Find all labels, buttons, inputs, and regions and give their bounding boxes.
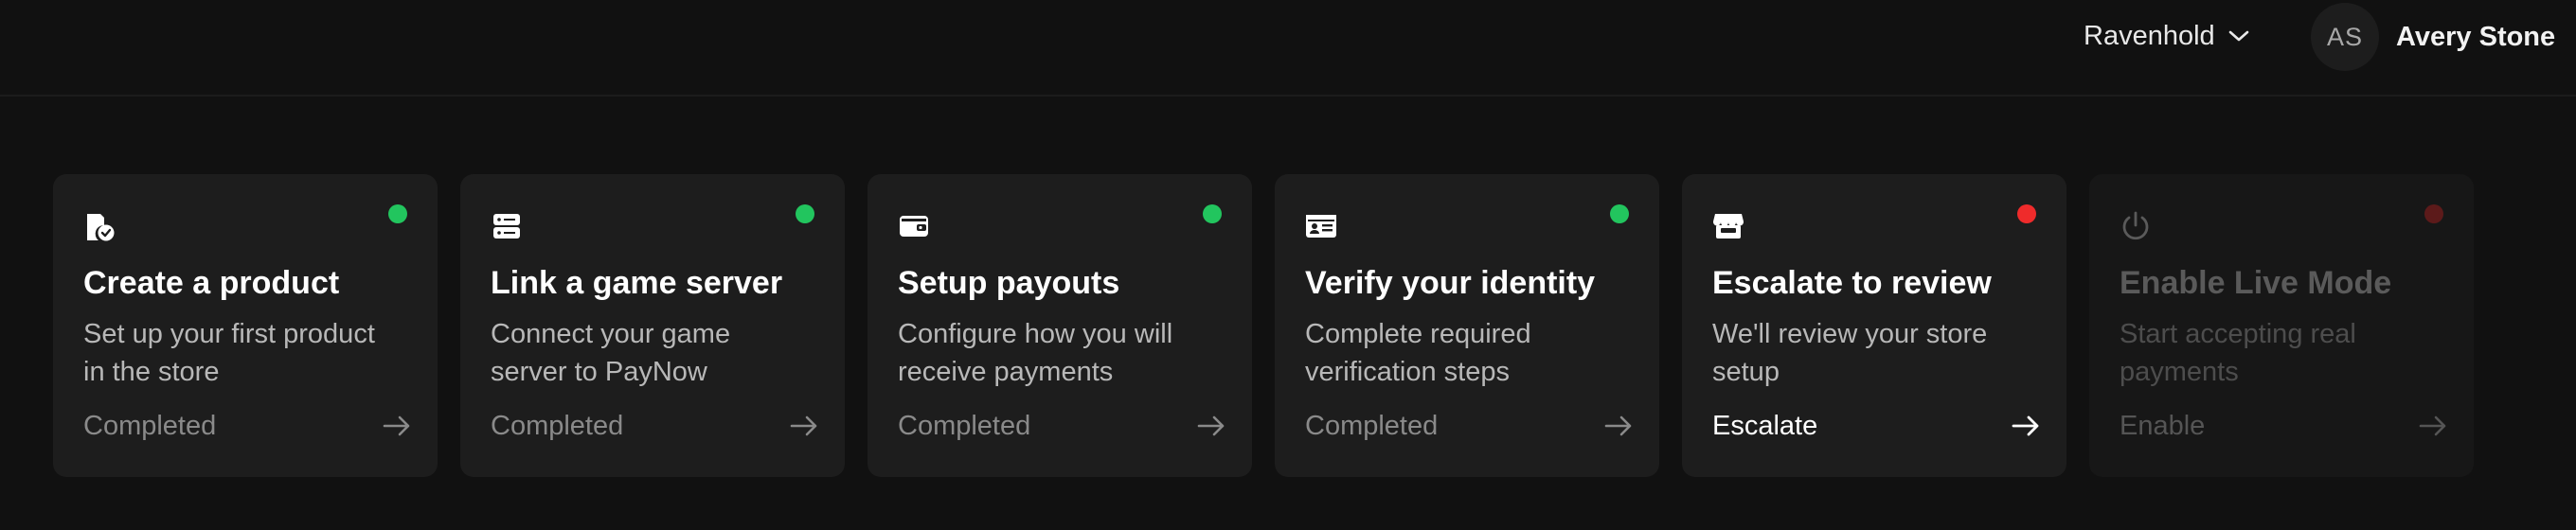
action-label: Completed bbox=[83, 410, 217, 441]
escalate-action[interactable]: Escalate bbox=[1712, 407, 2040, 445]
status-dot-complete bbox=[796, 204, 814, 223]
step-card-escalate-review: Escalate to review We'll review your sto… bbox=[1682, 174, 2066, 477]
card-action[interactable]: Completed bbox=[83, 407, 411, 445]
arrow-right-icon bbox=[790, 415, 818, 437]
avatar: AS bbox=[2311, 3, 2379, 71]
arrow-right-icon bbox=[383, 415, 411, 437]
product-tag-icon bbox=[83, 210, 116, 242]
card-description: Complete required verification steps bbox=[1305, 319, 1531, 387]
step-card-link-server: Link a game server Connect your game ser… bbox=[460, 174, 845, 477]
card-action[interactable]: Completed bbox=[491, 407, 818, 445]
action-label: Completed bbox=[898, 410, 1031, 441]
card-title: Enable Live Mode bbox=[2120, 265, 2392, 301]
top-bar: Ravenhold AS Avery Stone bbox=[0, 0, 2576, 97]
card-description: We'll review your store setup bbox=[1712, 319, 1988, 387]
server-icon bbox=[491, 210, 523, 242]
card-title: Link a game server bbox=[491, 265, 783, 301]
card-title: Verify your identity bbox=[1305, 265, 1596, 301]
id-card-icon bbox=[1305, 210, 1337, 242]
onboarding-steps: Create a product Set up your first produ… bbox=[53, 174, 2474, 477]
storefront-icon bbox=[1712, 210, 1744, 242]
status-dot-pending bbox=[2017, 204, 2036, 223]
action-label: Completed bbox=[491, 410, 624, 441]
status-dot-complete bbox=[1203, 204, 1222, 223]
step-card-setup-payouts: Setup payouts Configure how you will rec… bbox=[868, 174, 1252, 477]
card-description: Connect your game server to PayNow bbox=[491, 319, 731, 387]
chevron-down-icon bbox=[2228, 29, 2249, 43]
arrow-right-icon bbox=[1604, 415, 1633, 437]
enable-action[interactable]: Enable bbox=[2120, 407, 2447, 445]
card-title: Create a product bbox=[83, 265, 340, 301]
card-action[interactable]: Completed bbox=[898, 407, 1225, 445]
action-label: Enable bbox=[2120, 410, 2206, 441]
step-card-create-product: Create a product Set up your first produ… bbox=[53, 174, 438, 477]
status-dot-locked bbox=[2424, 204, 2443, 223]
card-title: Escalate to review bbox=[1712, 265, 1992, 301]
user-name: Avery Stone bbox=[2396, 21, 2556, 52]
card-action[interactable]: Completed bbox=[1305, 407, 1633, 445]
step-card-enable-live-mode: Enable Live Mode Start accepting real pa… bbox=[2089, 174, 2474, 477]
action-label: Escalate bbox=[1712, 410, 1818, 441]
card-title: Setup payouts bbox=[898, 265, 1120, 301]
status-dot-complete bbox=[1610, 204, 1629, 223]
step-card-verify-identity: Verify your identity Complete required v… bbox=[1275, 174, 1659, 477]
action-label: Completed bbox=[1305, 410, 1439, 441]
arrow-right-icon bbox=[2012, 415, 2040, 437]
store-name: Ravenhold bbox=[2084, 20, 2215, 51]
arrow-right-icon bbox=[1197, 415, 1225, 437]
power-icon bbox=[2120, 210, 2152, 242]
card-description: Configure how you will receive payments bbox=[898, 319, 1173, 387]
card-description: Start accepting real payments bbox=[2120, 319, 2356, 387]
wallet-icon bbox=[898, 210, 930, 242]
user-menu[interactable]: AS Avery Stone bbox=[2311, 3, 2555, 71]
card-description: Set up your first product in the store bbox=[83, 319, 375, 387]
arrow-right-icon bbox=[2419, 415, 2447, 437]
status-dot-complete bbox=[388, 204, 407, 223]
store-switcher[interactable]: Ravenhold bbox=[2084, 17, 2249, 55]
